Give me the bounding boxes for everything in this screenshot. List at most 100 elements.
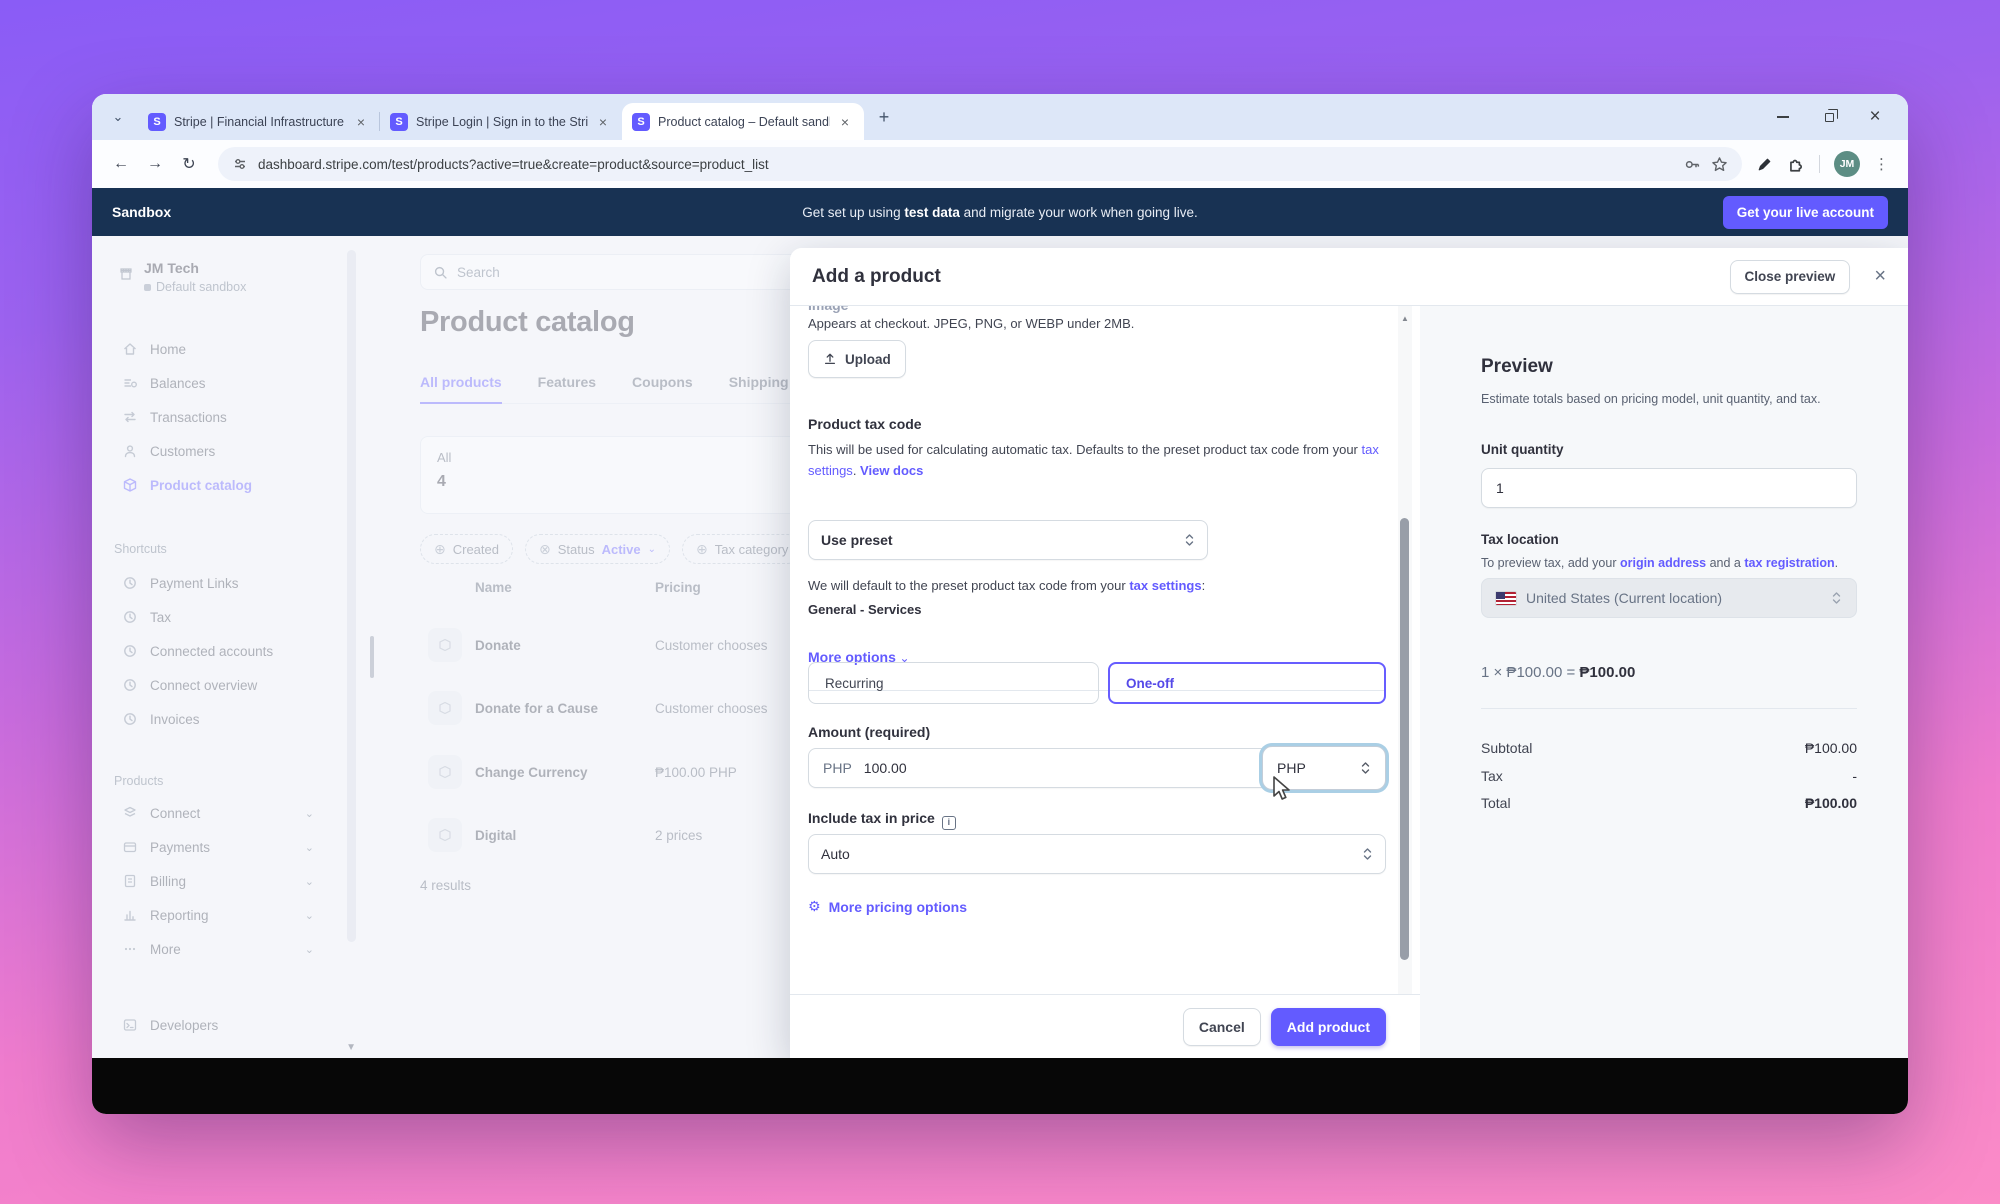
product-tax-code-label: Product tax code <box>808 416 922 432</box>
desktop: { "browser": { "tabs": [ { "title": "Str… <box>0 0 2000 1204</box>
new-tab-button[interactable]: + <box>870 103 898 131</box>
password-key-icon[interactable] <box>1684 156 1701 173</box>
unit-quantity-input[interactable]: 1 <box>1481 468 1857 508</box>
include-tax-select[interactable]: Auto <box>808 834 1386 874</box>
minimize-icon <box>1777 116 1789 118</box>
add-product-button[interactable]: Add product <box>1271 1008 1386 1046</box>
browser-tab-1[interactable]: S Stripe | Financial Infrastructure × <box>138 103 380 140</box>
tax-code-select-value: Use preset <box>821 532 893 548</box>
modal-footer: Cancel Add product <box>790 994 1420 1058</box>
banner-message: Get set up using test data and migrate y… <box>92 205 1908 220</box>
preview-divider <box>1481 708 1857 709</box>
site-info-icon[interactable] <box>232 156 248 172</box>
include-tax-value: Auto <box>821 846 850 862</box>
view-docs-link[interactable]: View docs <box>860 463 923 478</box>
pen-extension-icon[interactable] <box>1756 156 1773 173</box>
select-updown-icon <box>1362 846 1373 862</box>
stripe-dashboard: JM Tech Default sandbox Home Balances Tr… <box>92 236 1908 1058</box>
tab-title: Product catalog – Default sandb <box>658 115 830 129</box>
one-off-toggle-button[interactable]: One-off <box>1108 662 1386 704</box>
subtotal-row: Subtotal ₱100.00 <box>1481 740 1857 756</box>
total-label: Tax <box>1481 768 1503 784</box>
extensions-puzzle-icon[interactable] <box>1787 155 1805 173</box>
tax-settings-link[interactable]: tax settings <box>1129 578 1201 593</box>
browser-menu-icon[interactable]: ⋮ <box>1874 155 1890 173</box>
currency-prefix: PHP <box>823 760 852 776</box>
total-value: ₱100.00 <box>1805 740 1857 756</box>
window-restore-button[interactable] <box>1806 94 1852 140</box>
modal-title: Add a product <box>812 266 941 288</box>
window-close-button[interactable]: × <box>1852 94 1898 140</box>
back-button[interactable]: ← <box>106 149 136 179</box>
close-preview-button[interactable]: Close preview <box>1730 260 1851 294</box>
origin-address-link[interactable]: origin address <box>1620 556 1706 570</box>
tab-strip: ⌄ S Stripe | Financial Infrastructure × … <box>92 94 1908 140</box>
scroll-up-arrow-icon[interactable]: ▲ <box>1401 314 1409 323</box>
total-label: Subtotal <box>1481 740 1532 756</box>
amount-label: Amount (required) <box>808 724 930 740</box>
total-row: Total ₱100.00 <box>1481 795 1857 811</box>
browser-tab-active[interactable]: S Product catalog – Default sandb × <box>622 103 864 140</box>
select-updown-icon <box>1184 532 1195 548</box>
tax-row: Tax - <box>1481 768 1857 784</box>
currency-select-value: PHP <box>1277 760 1306 776</box>
tax-code-select[interactable]: Use preset <box>808 520 1208 560</box>
url-text[interactable]: dashboard.stripe.com/test/products?activ… <box>258 157 1674 172</box>
sandbox-label: Sandbox <box>112 204 171 220</box>
tab-title: Stripe Login | Sign in to the Stri <box>416 115 588 129</box>
get-live-account-button[interactable]: Get your live account <box>1723 196 1888 229</box>
total-label: Total <box>1481 795 1511 811</box>
gear-icon: ⚙ <box>808 898 821 915</box>
browser-tab-2[interactable]: S Stripe Login | Sign in to the Stri × <box>380 103 622 140</box>
window-bottom-bar <box>92 1058 1908 1114</box>
tab-search-button[interactable]: ⌄ <box>104 103 132 131</box>
upload-button[interactable]: Upload <box>808 340 906 378</box>
amount-value: 100.00 <box>864 760 907 776</box>
tab-close-icon[interactable]: × <box>836 113 854 131</box>
unit-quantity-label: Unit quantity <box>1481 442 1564 457</box>
restore-icon <box>1825 113 1834 122</box>
upload-icon <box>823 352 837 366</box>
tab-close-icon[interactable]: × <box>594 113 612 131</box>
select-updown-icon <box>1360 760 1371 776</box>
total-value: ₱100.00 <box>1805 795 1857 811</box>
chevron-down-icon: ⌄ <box>113 109 124 125</box>
toolbar-divider <box>1819 155 1820 173</box>
more-pricing-options-link[interactable]: ⚙ More pricing options <box>808 898 967 915</box>
modal-body: Image Appears at checkout. JPEG, PNG, or… <box>790 306 1908 1058</box>
image-section-label: Image <box>808 306 848 313</box>
mouse-cursor <box>1272 776 1296 809</box>
forward-button[interactable]: → <box>140 149 170 179</box>
image-description: Appears at checkout. JPEG, PNG, or WEBP … <box>808 314 1134 335</box>
add-product-modal: Add a product Close preview × Image Appe… <box>790 248 1908 1058</box>
back-arrow-icon: ← <box>113 155 129 173</box>
modal-scrollbar-thumb[interactable] <box>1400 518 1409 960</box>
tax-location-description: To preview tax, add your origin address … <box>1481 556 1838 570</box>
tax-location-value: United States (Current location) <box>1526 590 1722 606</box>
recurring-toggle-button[interactable]: Recurring <box>808 662 1099 704</box>
unit-quantity-value: 1 <box>1496 480 1504 496</box>
window-minimize-button[interactable] <box>1760 94 1806 140</box>
info-icon[interactable]: i <box>942 816 956 830</box>
reload-button[interactable]: ↻ <box>174 149 204 179</box>
tab-close-icon[interactable]: × <box>352 113 370 131</box>
reload-icon: ↻ <box>182 154 195 174</box>
upload-label: Upload <box>845 352 891 367</box>
address-bar[interactable]: dashboard.stripe.com/test/products?activ… <box>218 147 1742 181</box>
tax-location-select[interactable]: United States (Current location) <box>1481 578 1857 618</box>
total-value: - <box>1852 768 1857 784</box>
product-form: Image Appears at checkout. JPEG, PNG, or… <box>790 306 1420 1058</box>
tax-registration-link[interactable]: tax registration <box>1744 556 1834 570</box>
bookmark-star-icon[interactable] <box>1711 156 1728 173</box>
select-updown-icon <box>1831 590 1842 606</box>
profile-avatar[interactable]: JM <box>1834 151 1860 177</box>
modal-header: Add a product Close preview × <box>790 248 1908 306</box>
browser-toolbar: ← → ↻ dashboard.stripe.com/test/products… <box>92 140 1908 188</box>
close-icon: × <box>1869 106 1880 128</box>
browser-window: ⌄ S Stripe | Financial Infrastructure × … <box>92 94 1908 1114</box>
window-controls: × <box>1760 94 1898 140</box>
close-icon[interactable]: × <box>1874 265 1886 288</box>
stripe-favicon: S <box>148 113 166 131</box>
cancel-button[interactable]: Cancel <box>1183 1008 1261 1046</box>
stripe-favicon: S <box>632 113 650 131</box>
